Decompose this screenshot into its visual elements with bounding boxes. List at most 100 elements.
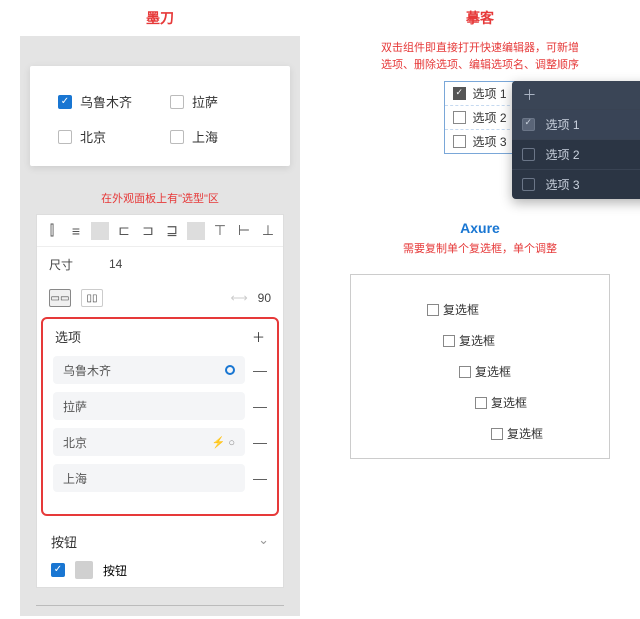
- option-input[interactable]: 北京 ⚡ ○: [53, 428, 245, 456]
- modao-title: 墨刀: [146, 8, 174, 28]
- option-text: 上海: [63, 470, 87, 487]
- align-icon[interactable]: ⫿: [43, 222, 61, 239]
- align-center-icon[interactable]: ⊐: [139, 222, 157, 239]
- editor-row[interactable]: 选项 2: [512, 139, 640, 169]
- axure-checkbox[interactable]: 复选框: [491, 425, 609, 442]
- button-section: 按钮 ⌄ ✓ 按钮: [37, 524, 283, 587]
- checkbox-icon: [453, 111, 466, 124]
- remove-option-button[interactable]: —: [253, 470, 267, 486]
- checkbox-label: 复选框: [507, 425, 543, 442]
- options-header: 选项 ＋: [53, 327, 267, 346]
- align-left-icon[interactable]: ⊏: [115, 222, 133, 239]
- list-item[interactable]: 选项 2: [445, 106, 514, 130]
- align-bottom-icon[interactable]: ⊥: [259, 222, 277, 239]
- list-item[interactable]: 选项 3: [445, 130, 514, 153]
- row-label: 选项 2: [545, 146, 579, 163]
- checkbox-icon: [427, 304, 439, 316]
- checkbox-label: 复选框: [459, 332, 495, 349]
- editor-row[interactable]: 选项 3: [512, 169, 640, 199]
- checkbox-label: 复选框: [475, 363, 511, 380]
- option-input[interactable]: 上海: [53, 464, 245, 492]
- checkbox-label: 复选框: [491, 394, 527, 411]
- editor-row[interactable]: 选项 1: [512, 109, 640, 139]
- layout-horizontal-icon[interactable]: ▭▭: [49, 289, 71, 307]
- right-column: 摹客 双击组件即直接打开快速编辑器，可新增 选项、删除选项、编辑选项名、调整顺序…: [320, 0, 640, 619]
- remove-option-button[interactable]: —: [253, 362, 267, 378]
- align-middle-icon[interactable]: ⊢: [235, 222, 253, 239]
- checkbox-label: 北京: [80, 127, 106, 146]
- radio-selected-icon[interactable]: [225, 365, 235, 375]
- axure-checkbox[interactable]: 复选框: [427, 301, 609, 318]
- button-title: 按钮: [51, 532, 77, 551]
- mockplus-subtitle: 双击组件即直接打开快速编辑器，可新增 选项、删除选项、编辑选项名、调整顺序: [381, 40, 579, 73]
- add-option-button[interactable]: ＋: [252, 327, 265, 346]
- remove-option-button[interactable]: —: [253, 434, 267, 450]
- checkbox-icon: [443, 335, 455, 347]
- option-item: 乌鲁木齐 —: [53, 356, 267, 384]
- checkbox-icon[interactable]: ✓: [51, 563, 65, 577]
- align-toolbar: ⫿ ≡ ⊏ ⊐ ⊒ ⊤ ⊢ ⊥: [37, 215, 283, 247]
- checkbox-item[interactable]: 北京: [58, 127, 150, 146]
- option-input[interactable]: 拉萨: [53, 392, 245, 420]
- checkbox-icon: [475, 397, 487, 409]
- button-header: 按钮 ⌄: [51, 532, 269, 551]
- option-input[interactable]: 乌鲁木齐: [53, 356, 245, 384]
- thumbnail-bar: [36, 588, 284, 606]
- checkbox-item[interactable]: 拉萨: [170, 92, 262, 111]
- modao-subtitle: 在外观面板上有"选型"区: [101, 190, 219, 206]
- option-text: 北京: [63, 434, 87, 451]
- checkbox-item[interactable]: 上海: [170, 127, 262, 146]
- align-right-icon[interactable]: ⊒: [163, 222, 181, 239]
- size-label: 尺寸: [49, 256, 99, 273]
- modao-panel: ⫿ ≡ ⊏ ⊐ ⊒ ⊤ ⊢ ⊥ 尺寸 14 ▭▭ ▯▯ ⟷ 90: [36, 214, 284, 588]
- checkbox-icon: [58, 130, 72, 144]
- editor-toolbar: ＋ ↑ ↓ 🗑: [512, 81, 640, 109]
- remove-option-button[interactable]: —: [253, 398, 267, 414]
- modao-column: 墨刀 ✓乌鲁木齐 拉萨 北京 上海 在外观面板上有"选型"区 ⫿ ≡ ⊏ ⊐ ⊒…: [0, 0, 320, 619]
- options-title: 选项: [55, 327, 81, 346]
- checkbox-label: 上海: [192, 127, 218, 146]
- align-top-icon[interactable]: ⊤: [211, 222, 229, 239]
- checkbox-label: 复选框: [443, 301, 479, 318]
- checkbox-label: 拉萨: [192, 92, 218, 111]
- spacing-value[interactable]: 90: [258, 291, 271, 305]
- option-item: 拉萨 —: [53, 392, 267, 420]
- option-text: 乌鲁木齐: [63, 362, 111, 379]
- checkbox-icon: ✓: [58, 95, 72, 109]
- layout-row: ▭▭ ▯▯ ⟷ 90: [37, 281, 283, 315]
- checkbox-icon: [459, 366, 471, 378]
- checkbox-item[interactable]: ✓乌鲁木齐: [58, 92, 150, 111]
- item-label: 选项 1: [472, 85, 506, 102]
- chevron-down-icon[interactable]: ⌄: [258, 532, 269, 551]
- axure-checkbox[interactable]: 复选框: [443, 332, 609, 349]
- lightning-icon: ⚡ ○: [212, 436, 235, 449]
- axure-subtitle: 需要复制单个复选框，单个调整: [403, 240, 557, 256]
- item-label: 选项 3: [472, 133, 506, 150]
- size-row: 尺寸 14: [37, 247, 283, 281]
- checkbox-icon: [170, 95, 184, 109]
- option-text: 拉萨: [63, 398, 87, 415]
- modao-wrapper: ✓乌鲁木齐 拉萨 北京 上海 在外观面板上有"选型"区 ⫿ ≡ ⊏ ⊐ ⊒ ⊤ …: [20, 36, 300, 616]
- mockplus-preview: 选项 1 选项 2 选项 3 ＋ ↑ ↓ 🗑 选项 1 选项 2 选项 3: [444, 81, 515, 154]
- axure-checkbox[interactable]: 复选框: [459, 363, 609, 380]
- row-label: 选项 3: [545, 176, 579, 193]
- axure-canvas: 复选框 复选框 复选框 复选框 复选框: [350, 274, 610, 459]
- options-frame: 选项 ＋ 乌鲁木齐 — 拉萨 — 北京 ⚡ ○ — 上海 —: [41, 317, 279, 516]
- checkbox-icon[interactable]: [522, 178, 535, 191]
- list-item[interactable]: 选项 1: [445, 82, 514, 106]
- mockplus-list[interactable]: 选项 1 选项 2 选项 3: [444, 81, 515, 154]
- checkbox-icon[interactable]: [522, 118, 535, 131]
- axure-checkbox[interactable]: 复选框: [475, 394, 609, 411]
- color-swatch[interactable]: [75, 561, 93, 579]
- button-row: ✓ 按钮: [51, 561, 269, 579]
- add-button[interactable]: ＋: [522, 85, 536, 105]
- row-label: 选项 1: [545, 116, 579, 133]
- size-value[interactable]: 14: [109, 257, 122, 271]
- checkbox-icon: [491, 428, 503, 440]
- layout-vertical-icon[interactable]: ▯▯: [81, 289, 103, 307]
- spacing-icon: ⟷: [230, 291, 247, 305]
- checkbox-icon: [453, 135, 466, 148]
- option-item: 北京 ⚡ ○ —: [53, 428, 267, 456]
- align-icon[interactable]: ≡: [67, 223, 85, 239]
- checkbox-icon[interactable]: [522, 148, 535, 161]
